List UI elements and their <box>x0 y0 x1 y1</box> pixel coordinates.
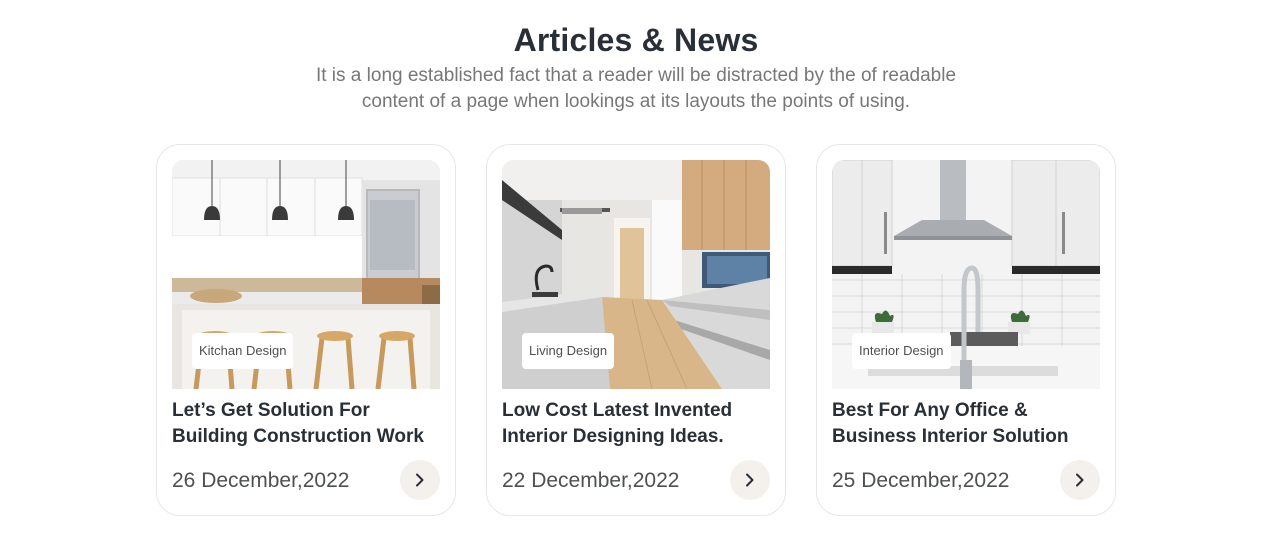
category-tag[interactable]: Kitchan Design <box>192 333 294 369</box>
read-more-button[interactable] <box>400 460 440 500</box>
article-image-interior[interactable]: Interior Design <box>832 160 1100 389</box>
article-card[interactable]: Kitchan Design Let’s Get Solution For Bu… <box>156 144 456 516</box>
article-image-kitchen[interactable]: Kitchan Design <box>172 160 440 389</box>
article-card[interactable]: Living Design Low Cost Latest Invented I… <box>486 144 786 516</box>
article-date: 22 December,2022 <box>502 469 680 492</box>
article-image-living[interactable]: Living Design <box>502 160 770 389</box>
article-title[interactable]: Best For Any Office & Business Interior … <box>832 398 1102 450</box>
section-title: Articles & News <box>513 22 759 58</box>
chevron-right-icon <box>1076 473 1084 487</box>
article-date: 26 December,2022 <box>172 469 350 492</box>
category-tag[interactable]: Living Design <box>522 333 615 369</box>
chevron-right-icon <box>416 473 424 487</box>
article-title[interactable]: Let’s Get Solution For Building Construc… <box>172 398 442 450</box>
read-more-button[interactable] <box>730 460 770 500</box>
chevron-right-icon <box>746 473 754 487</box>
article-date: 25 December,2022 <box>832 469 1010 492</box>
category-tag[interactable]: Interior Design <box>852 333 951 369</box>
read-more-button[interactable] <box>1060 460 1100 500</box>
section-subtitle: It is a long established fact that a rea… <box>315 65 957 112</box>
article-title[interactable]: Low Cost Latest Invented Interior Design… <box>502 398 772 450</box>
article-card[interactable]: Interior Design Best For Any Office & Bu… <box>816 144 1116 516</box>
